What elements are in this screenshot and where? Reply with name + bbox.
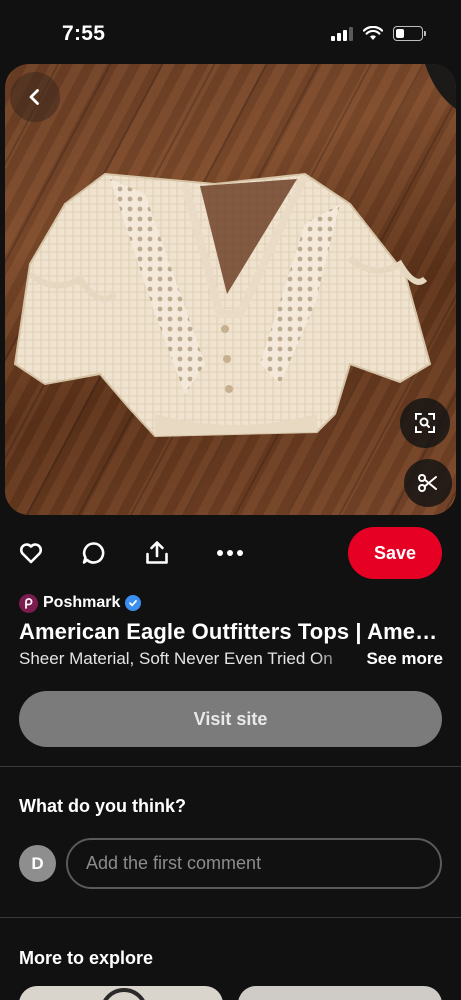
- battery-icon: [393, 26, 426, 41]
- visual-search-icon: [415, 413, 435, 433]
- battery-fill: [396, 29, 405, 38]
- comments-heading: What do you think?: [19, 796, 186, 816]
- scissors-icon: [418, 474, 437, 492]
- poshmark-logo-icon: [19, 593, 38, 613]
- pin-image[interactable]: [5, 64, 456, 515]
- like-button[interactable]: [17, 539, 45, 567]
- comment-button[interactable]: [80, 539, 108, 567]
- comment-icon: [82, 542, 105, 564]
- description-row: Sheer Material, Soft Never Even Tried On…: [19, 649, 443, 673]
- back-button[interactable]: [10, 72, 60, 122]
- explore-heading: More to explore: [19, 948, 154, 968]
- source-row[interactable]: Poshmark: [19, 592, 142, 614]
- more-options-button[interactable]: [216, 539, 244, 567]
- blouse-illustration: [13, 64, 456, 438]
- back-icon: [29, 89, 39, 105]
- status-time: 7:55: [62, 22, 106, 45]
- cellular-signal-icon: [331, 26, 353, 41]
- more-icon: [217, 550, 243, 556]
- source-name[interactable]: Poshmark: [43, 594, 120, 612]
- divider: [0, 917, 461, 918]
- save-button[interactable]: Save: [348, 527, 442, 579]
- explore-grid-peek: [0, 986, 461, 1000]
- action-row: Save: [0, 527, 461, 579]
- pin-description: Sheer Material, Soft Never Even Tried On: [19, 649, 333, 668]
- pin-title: American Eagle Outfitters Tops | America…: [19, 619, 444, 644]
- cutout-button[interactable]: [404, 459, 452, 507]
- see-more-link[interactable]: See more: [366, 649, 443, 669]
- avatar: D: [19, 845, 56, 882]
- visit-site-button[interactable]: Visit site: [19, 691, 442, 747]
- share-button[interactable]: [143, 539, 171, 567]
- visual-search-button[interactable]: [400, 398, 450, 448]
- comment-input[interactable]: [66, 838, 442, 889]
- wifi-icon: [363, 26, 383, 40]
- share-icon: [146, 541, 168, 564]
- heart-icon: [19, 543, 43, 564]
- status-icons: [331, 26, 426, 41]
- explore-card[interactable]: [238, 986, 442, 1000]
- divider: [0, 766, 461, 767]
- status-bar: 7:55: [0, 0, 461, 62]
- verified-badge-icon: [125, 595, 142, 611]
